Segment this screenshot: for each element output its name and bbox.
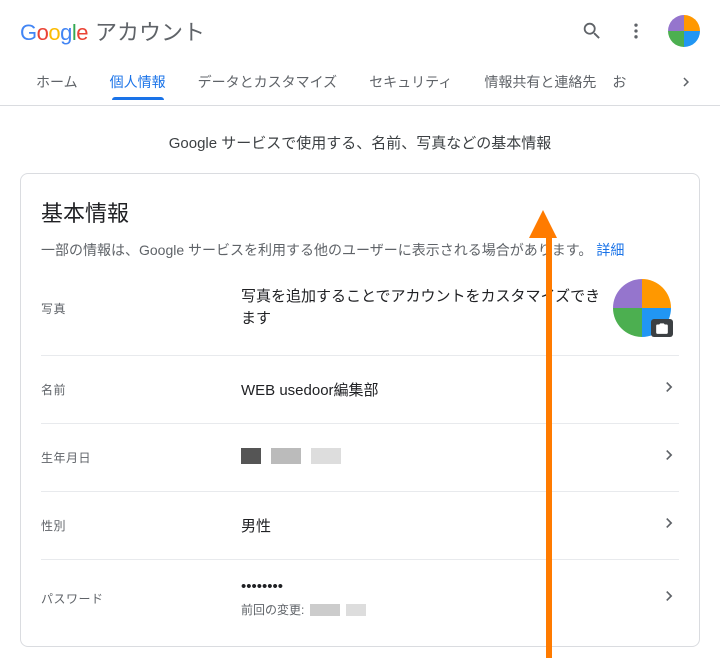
password-last-changed: 前回の変更: [241, 601, 659, 618]
card-title: 基本情報 [41, 196, 679, 228]
row-birthday[interactable]: 生年月日 [41, 424, 679, 492]
row-password-value: •••••••• 前回の変更: [241, 578, 659, 618]
detail-link[interactable]: 詳細 [596, 242, 624, 258]
page-subtitle: Google サービスで使用する、名前、写真などの基本情報 [0, 106, 720, 173]
row-photo-label: 写真 [41, 300, 241, 317]
row-photo[interactable]: 写真 写真を追加することでアカウントをカスタマイズできます [41, 261, 679, 356]
redacted-birthday [241, 448, 341, 464]
row-gender-value: 男性 [241, 515, 659, 536]
header: Google アカウント [0, 0, 720, 58]
chevron-right-icon [659, 513, 679, 538]
tab-security[interactable]: セキュリティ [353, 58, 468, 106]
chevron-right-icon [659, 445, 679, 470]
tab-data-customize[interactable]: データとカスタマイズ [182, 58, 354, 106]
more-icon[interactable] [624, 19, 648, 43]
card-description: 一部の情報は、Google サービスを利用する他のユーザーに表示される場合があり… [41, 240, 679, 261]
basic-info-card: 基本情報 一部の情報は、Google サービスを利用する他のユーザーに表示される… [20, 173, 700, 647]
tabs: ホーム 個人情報 データとカスタマイズ セキュリティ 情報共有と連絡先 お [0, 58, 720, 106]
tab-overflow[interactable]: お [612, 72, 626, 92]
row-gender-label: 性別 [41, 517, 241, 534]
row-photo-value: 写真を追加することでアカウントをカスタマイズできます [241, 286, 613, 331]
google-logo: Google [20, 20, 88, 46]
profile-photo[interactable] [613, 279, 671, 337]
row-name-value: WEB usedoor編集部 [241, 379, 659, 400]
row-name-label: 名前 [41, 381, 241, 398]
avatar[interactable] [668, 15, 700, 47]
row-gender[interactable]: 性別 男性 [41, 492, 679, 560]
search-icon[interactable] [580, 19, 604, 43]
chevron-right-icon [659, 377, 679, 402]
tab-home[interactable]: ホーム [20, 58, 94, 106]
row-password-label: パスワード [41, 590, 241, 607]
password-mask: •••••••• [241, 578, 659, 595]
camera-icon [651, 319, 673, 337]
password-sub-prefix: 前回の変更: [241, 601, 304, 618]
tab-personal-info[interactable]: 個人情報 [94, 58, 182, 106]
logo[interactable]: Google アカウント [20, 15, 205, 47]
card-desc-text: 一部の情報は、Google サービスを利用する他のユーザーに表示される場合があり… [41, 242, 592, 258]
row-birthday-label: 生年月日 [41, 449, 241, 466]
tab-sharing[interactable]: 情報共有と連絡先 [468, 58, 612, 106]
redacted-date [310, 604, 366, 616]
row-birthday-value [241, 448, 659, 468]
tabs-scroll-right[interactable] [672, 58, 700, 106]
logo-account-text: アカウント [95, 15, 205, 47]
chevron-right-icon [659, 586, 679, 611]
row-password[interactable]: パスワード •••••••• 前回の変更: [41, 560, 679, 636]
header-actions [580, 15, 700, 47]
row-name[interactable]: 名前 WEB usedoor編集部 [41, 356, 679, 424]
